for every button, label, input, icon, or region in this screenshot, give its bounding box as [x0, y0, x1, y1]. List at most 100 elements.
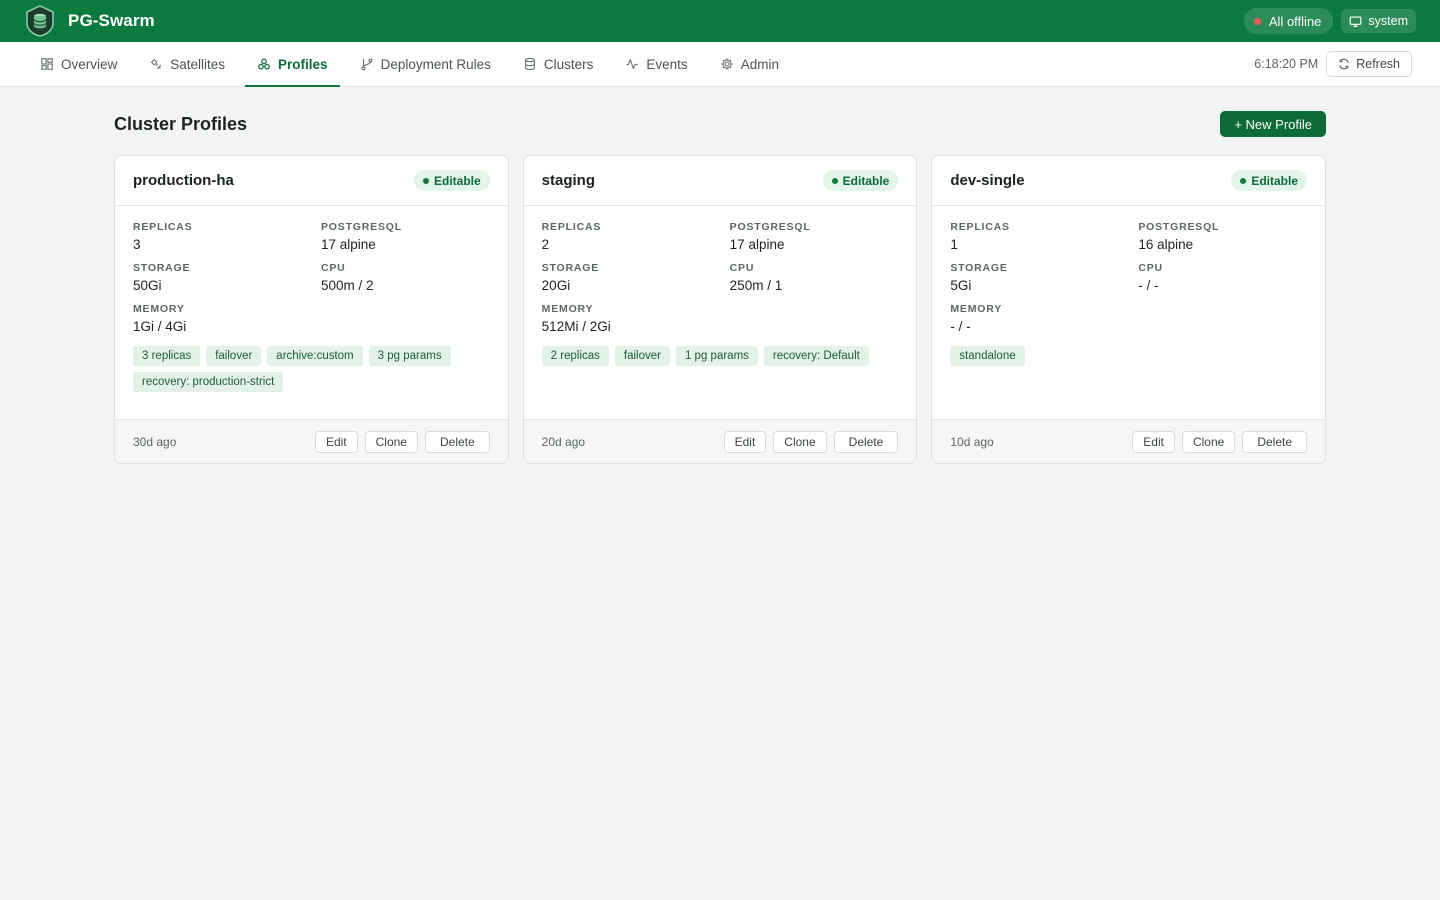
status-dot-icon: [1240, 177, 1247, 184]
field-label: POSTGRESQL: [729, 221, 811, 233]
profile-card: production-ha Editable REPLICAS 3 POSTGRE…: [114, 155, 509, 464]
clone-button[interactable]: Clone: [1181, 430, 1236, 453]
field-value: 16 alpine: [1138, 237, 1194, 252]
tab-overview[interactable]: Overview: [28, 42, 129, 86]
tab-profiles-label: Profiles: [278, 56, 328, 72]
field-storage: STORAGE 5Gi: [950, 262, 1138, 293]
new-profile-button[interactable]: + New Profile: [1220, 111, 1326, 137]
user-menu[interactable]: system: [1341, 9, 1416, 33]
tab-clusters-label: Clusters: [543, 56, 594, 72]
profile-age: 10d ago: [950, 434, 994, 449]
satellite-icon: [151, 58, 162, 69]
field-memory: MEMORY 1Gi / 4Gi: [133, 303, 321, 334]
profile-name: production-ha: [133, 172, 234, 189]
tab-admin-label: Admin: [740, 56, 779, 72]
field-label: STORAGE: [541, 262, 600, 274]
field-postgresql: POSTGRESQL 16 alpine: [1138, 221, 1307, 252]
tag: recovery: production-strict: [133, 372, 284, 392]
field-value: 17 alpine: [729, 237, 785, 252]
profile-name: staging: [541, 172, 596, 189]
tab-profiles[interactable]: Profiles: [245, 42, 340, 87]
tag: 1 pg params: [675, 346, 758, 366]
tab-satellites-label: Satellites: [170, 56, 226, 72]
status-dot-icon: [831, 177, 838, 184]
database-icon: [524, 57, 535, 71]
tag: recovery: Default: [763, 346, 869, 366]
gear-icon: [721, 58, 733, 70]
field-storage: STORAGE 20Gi: [542, 262, 730, 293]
field-label: POSTGRESQL: [1138, 221, 1220, 233]
status-dot-icon: [422, 177, 429, 184]
profile-card: dev-single Editable REPLICAS 1 POSTGRESQL…: [931, 155, 1327, 464]
field-replicas: REPLICAS 2: [542, 221, 730, 252]
edit-button[interactable]: Edit: [314, 430, 358, 453]
field-label: STORAGE: [950, 262, 1008, 274]
field-value: 50Gi: [133, 278, 162, 293]
clone-button[interactable]: Clone: [773, 430, 827, 453]
field-replicas: REPLICAS 1: [950, 221, 1138, 252]
field-label: CPU: [1138, 262, 1163, 274]
profile-age: 20d ago: [541, 434, 586, 449]
connection-status-label: All offline: [1268, 13, 1322, 29]
field-label: POSTGRESQL: [321, 221, 402, 233]
tag: failover: [206, 346, 262, 366]
main-nav: Overview Satellites Profiles Deployment …: [0, 42, 1440, 87]
main-content: Cluster Profiles + New Profile productio…: [0, 87, 1440, 464]
field-label: STORAGE: [133, 262, 191, 274]
tab-events[interactable]: Events: [613, 42, 699, 86]
field-label: REPLICAS: [950, 221, 1010, 233]
field-value: 500m / 2: [321, 278, 374, 293]
field-value: - / -: [950, 319, 971, 334]
field-label: REPLICAS: [133, 221, 193, 233]
field-label: CPU: [729, 262, 755, 274]
tab-clusters[interactable]: Clusters: [511, 42, 606, 86]
delete-button[interactable]: Delete: [833, 430, 899, 453]
tag-list: 2 replicas failover 1 pg params recovery…: [541, 346, 899, 366]
activity-icon: [626, 59, 639, 69]
field-value: 20Gi: [541, 278, 571, 293]
profile-cards: production-ha Editable REPLICAS 3 POSTGRE…: [114, 155, 1327, 464]
app-title: PG-Swarm: [68, 11, 155, 30]
field-value: 512Mi / 2Gi: [541, 319, 611, 334]
tag-list: 3 replicas failover archive:custom 3 pg …: [133, 346, 490, 392]
field-replicas: REPLICAS 3: [133, 221, 321, 252]
refresh-button[interactable]: Refresh: [1326, 51, 1412, 77]
logo-icon[interactable]: [24, 5, 56, 37]
delete-button[interactable]: Delete: [1242, 430, 1308, 453]
edit-button[interactable]: Edit: [723, 430, 767, 453]
tag: 2 replicas: [541, 346, 609, 366]
tab-events-label: Events: [646, 56, 688, 72]
tab-admin[interactable]: Admin: [708, 42, 791, 86]
delete-button[interactable]: Delete: [424, 430, 490, 453]
git-branch-icon: [361, 58, 373, 71]
tag: archive:custom: [267, 346, 363, 366]
edit-button[interactable]: Edit: [1132, 430, 1175, 453]
field-storage: STORAGE 50Gi: [133, 262, 321, 293]
clone-button[interactable]: Clone: [364, 430, 418, 453]
editable-badge: Editable: [413, 170, 490, 191]
editable-badge: Editable: [822, 170, 899, 191]
field-value: 3: [133, 237, 141, 252]
tab-deployment-rules[interactable]: Deployment Rules: [348, 42, 503, 86]
field-value: 250m / 1: [729, 278, 783, 293]
tag: 3 replicas: [133, 346, 201, 366]
field-value: 5Gi: [950, 278, 972, 293]
profile-name: dev-single: [950, 172, 1025, 189]
tag-list: standalone: [950, 346, 1307, 366]
field-label: MEMORY: [541, 303, 594, 315]
field-cpu: CPU - / -: [1138, 262, 1307, 293]
connection-status[interactable]: All offline: [1243, 8, 1334, 34]
tag: failover: [614, 346, 670, 366]
tag: standalone: [950, 346, 1025, 366]
field-postgresql: POSTGRESQL 17 alpine: [730, 221, 899, 252]
tab-overview-label: Overview: [61, 56, 118, 72]
clock: 6:18:20 PM: [1254, 57, 1319, 71]
field-cpu: CPU 250m / 1: [730, 262, 899, 293]
tab-deployment-rules-label: Deployment Rules: [380, 56, 491, 72]
tab-satellites[interactable]: Satellites: [137, 42, 237, 86]
field-value: 17 alpine: [321, 237, 376, 252]
monitor-icon: [1350, 15, 1362, 27]
field-label: CPU: [321, 262, 346, 274]
grid-icon: [41, 58, 53, 70]
badge-label: Editable: [1251, 173, 1299, 188]
